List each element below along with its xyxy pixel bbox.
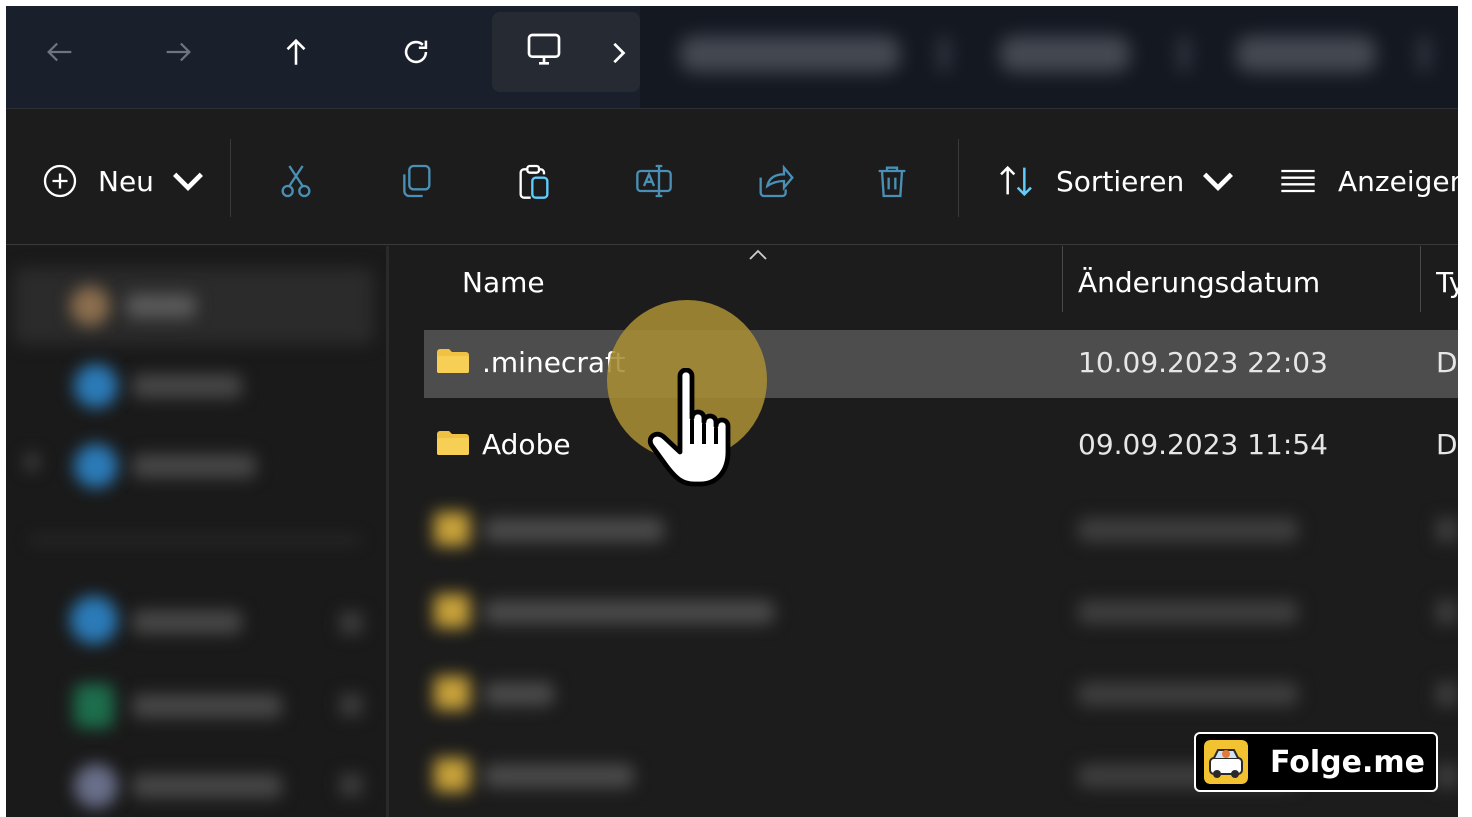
arrow-left-icon (47, 42, 72, 62)
folge-me-logo (1204, 740, 1248, 784)
cut-button[interactable] (276, 151, 316, 211)
refresh-button[interactable] (392, 28, 440, 76)
column-header-name[interactable]: Name (462, 266, 545, 299)
chevron-right-icon[interactable] (608, 42, 628, 64)
sort-label: Sortieren (1056, 164, 1185, 198)
list-item[interactable] (424, 496, 1458, 564)
hand-pointer-icon (647, 368, 731, 487)
back-button[interactable] (36, 28, 84, 76)
view-label: Anzeigen (1338, 164, 1458, 198)
folder-icon (437, 431, 469, 455)
view-button[interactable]: Anzeigen (1278, 151, 1458, 211)
chevron-down-icon (1203, 172, 1234, 191)
file-type: D (1436, 428, 1458, 461)
sort-ascending-icon (749, 249, 767, 260)
file-modified: 10.09.2023 22:03 (1078, 346, 1328, 379)
plus-circle-icon (43, 164, 77, 198)
paste-button[interactable] (514, 151, 554, 211)
file-type-clip: D (1436, 330, 1458, 398)
file-explorer-window: Neu Sortieren Anzeigen Name Änderungsdat… (6, 6, 1458, 817)
list-item[interactable] (424, 660, 1458, 728)
address-bar-row (6, 6, 1458, 109)
chevron-down-icon (172, 172, 203, 191)
sort-button[interactable]: Sortieren (996, 151, 1238, 211)
share-button[interactable] (754, 151, 794, 211)
file-name: .minecraft (482, 346, 626, 379)
column-header-modified[interactable]: Änderungsdatum (1078, 266, 1320, 299)
share-icon (759, 164, 794, 198)
column-header-type-clip: Typ (1436, 246, 1458, 312)
refresh-icon (404, 40, 428, 64)
copy-icon (403, 164, 431, 198)
divider (230, 139, 231, 217)
copy-button[interactable] (396, 151, 436, 211)
new-button[interactable]: Neu (40, 151, 208, 211)
rename-button[interactable] (634, 151, 674, 211)
view-lines-icon (1281, 169, 1315, 193)
watermark-badge: Folge.me (1194, 732, 1438, 792)
file-type-clip: D (1436, 412, 1458, 480)
paste-icon (519, 164, 549, 199)
list-item[interactable]: Adobe 09.09.2023 11:54 D (424, 412, 1458, 480)
folder-icon (437, 349, 469, 373)
column-divider[interactable] (1420, 246, 1421, 312)
delete-icon (878, 166, 906, 198)
new-label: Neu (98, 164, 154, 198)
up-button[interactable] (272, 28, 320, 76)
watermark-text: Folge.me (1270, 744, 1425, 780)
file-modified: 09.09.2023 11:54 (1078, 428, 1328, 461)
breadcrumb[interactable] (640, 6, 1458, 108)
cut-icon (281, 165, 311, 198)
command-bar: Neu Sortieren Anzeigen (6, 109, 1458, 245)
list-item[interactable] (424, 578, 1458, 646)
list-item[interactable]: .minecraft 10.09.2023 22:03 D (424, 330, 1458, 398)
file-type: D (1436, 346, 1458, 379)
arrow-up-icon (286, 38, 306, 65)
divider (958, 139, 959, 217)
forward-button[interactable] (154, 28, 202, 76)
monitor-icon (527, 33, 561, 65)
file-name: Adobe (482, 428, 571, 461)
rename-icon (636, 164, 672, 198)
arrow-right-icon (166, 42, 191, 62)
delete-button[interactable] (872, 151, 912, 211)
column-header-type[interactable]: Typ (1436, 266, 1458, 299)
location-box[interactable] (492, 12, 640, 92)
sort-icon (1000, 165, 1032, 197)
column-divider[interactable] (1062, 246, 1063, 312)
navigation-pane[interactable] (6, 246, 389, 817)
